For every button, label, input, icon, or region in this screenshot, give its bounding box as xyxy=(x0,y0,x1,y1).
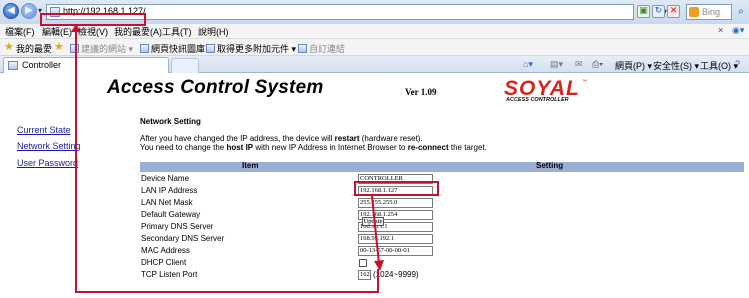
fav-link-custom[interactable]: 自訂連結 xyxy=(298,42,345,55)
menu-tools[interactable]: 工具(T) xyxy=(162,25,192,38)
tab-controller[interactable]: Controller xyxy=(3,57,169,73)
print-icon[interactable]: ⎙▾ xyxy=(592,59,603,70)
col-item: Item xyxy=(242,161,259,170)
link-page-icon xyxy=(298,44,307,53)
link-page-icon xyxy=(206,44,215,53)
stop-icon[interactable]: ✕ xyxy=(667,5,680,18)
row-label: MAC Address xyxy=(141,246,190,255)
search-placeholder: Bing xyxy=(702,7,721,17)
new-tab-button[interactable] xyxy=(171,58,199,73)
table-row: DHCP Client xyxy=(140,258,744,269)
page-icon xyxy=(8,61,18,70)
info-reconnect: You need to change the host IP with new … xyxy=(140,143,487,152)
version-label: Ver 1.09 xyxy=(405,87,437,97)
row-label: Primary DNS Server xyxy=(141,222,214,231)
convert-icon[interactable]: ◉▾ xyxy=(732,25,744,36)
table-row: LAN Net Mask 255.255.255.0 xyxy=(140,198,744,209)
url-text[interactable]: http://192.168.1.127/ xyxy=(63,6,146,16)
fav-link-suggested[interactable]: 建議的網站 ▾ xyxy=(70,42,133,55)
table-row: MAC Address 00-13-57-00-00-01 xyxy=(140,246,744,257)
menu-help[interactable]: 說明(H) xyxy=(198,25,229,38)
star-icon[interactable]: ★ xyxy=(4,40,14,53)
browser-address-bar: ◀ ▶ ▾ http://192.168.1.127/ ▾ ▣ ↻ ✕ Bing… xyxy=(0,0,749,24)
mail-icon[interactable]: ✉ xyxy=(575,59,583,70)
back-arrow-icon[interactable]: ◀ xyxy=(3,3,19,19)
compat-view-icon[interactable]: ▣ xyxy=(637,5,650,18)
app-title: Access Control System xyxy=(107,77,324,98)
row-label: LAN Net Mask xyxy=(141,198,193,207)
fav-link-addons[interactable]: 取得更多附加元件 ▾ xyxy=(206,42,296,55)
table-row: Default Gateway 192.168.1.254 xyxy=(140,210,744,221)
add-favorite-icon[interactable]: ★ xyxy=(54,40,64,53)
table-header: Item Setting xyxy=(140,161,744,172)
row-label: TCP Listen Port xyxy=(141,270,198,279)
sidebar-item-user-password[interactable]: User Password xyxy=(17,158,78,168)
section-title: Network Setting xyxy=(140,117,201,126)
search-input[interactable]: Bing xyxy=(686,4,732,20)
forward-arrow-icon[interactable]: ▶ xyxy=(21,3,37,19)
favorites-label[interactable]: 我的最愛 xyxy=(16,42,52,55)
refresh-icon[interactable]: ↻ xyxy=(652,5,665,18)
device-name-field[interactable]: CONTROLLER xyxy=(358,174,433,184)
search-icon[interactable]: ⌕ xyxy=(734,4,748,20)
url-field[interactable]: http://192.168.1.127/ ▾ xyxy=(46,4,667,20)
screenshot-root: ◀ ▶ ▾ http://192.168.1.127/ ▾ ▣ ↻ ✕ Bing… xyxy=(0,0,749,298)
menu-bar: 檔案(F) 編輯(E) 檢視(V) 我的最愛(A) 工具(T) 說明(H) × … xyxy=(0,24,749,39)
feeds-icon[interactable]: ▤▾ xyxy=(550,59,563,70)
menu-favorites[interactable]: 我的最愛(A) xyxy=(114,25,162,38)
help-icon[interactable]: ? xyxy=(735,59,740,69)
link-page-icon xyxy=(70,44,79,53)
annotation-arrow xyxy=(371,195,384,271)
row-label: Secondary DNS Server xyxy=(141,234,225,243)
table-row: Primary DNS Server 168.95.1.1 xyxy=(140,222,744,233)
table-row: Secondary DNS Server 168.95.192.1 xyxy=(140,234,744,245)
menu-view[interactable]: 檢視(V) xyxy=(78,25,108,38)
row-label: LAN IP Address xyxy=(141,186,198,195)
menu-edit[interactable]: 編輯(E) xyxy=(42,25,72,38)
sidebar-item-network-setting[interactable]: Network Setting xyxy=(17,141,81,151)
tools-menu[interactable]: 工具(O) ▾ xyxy=(700,59,738,72)
row-label: Device Name xyxy=(141,174,190,183)
bing-icon xyxy=(689,7,699,17)
close-tab-icon[interactable]: × xyxy=(718,25,723,35)
history-dropdown-icon[interactable]: ▾ xyxy=(38,6,42,15)
table-row: Device Name CONTROLLER xyxy=(140,174,744,185)
table-row: TCP Listen Port 1621 (1024~9999) xyxy=(140,270,744,281)
soyal-logo: SOYAL ™ ACCESS CONTROLLER xyxy=(504,77,587,103)
table-row: LAN IP Address 192.168.1.127 xyxy=(140,186,744,197)
fav-link-gallery[interactable]: 網頁快訊圖庫 ▾ xyxy=(140,42,212,55)
row-label: DHCP Client xyxy=(141,258,187,267)
row-label: Default Gateway xyxy=(141,210,201,219)
col-setting: Setting xyxy=(536,161,564,170)
menu-file[interactable]: 檔案(F) xyxy=(5,25,35,38)
tab-bar: Controller ⌂▾ ▤▾ ✉ ⎙▾ 網頁(P) ▾ 安全性(S) ▾ 工… xyxy=(0,56,749,73)
sidebar-item-current-state[interactable]: Current State xyxy=(17,125,71,135)
link-page-icon xyxy=(140,44,149,53)
info-restart: After you have changed the IP address, t… xyxy=(140,134,423,143)
page-icon xyxy=(50,7,60,17)
page-menu[interactable]: 網頁(P) ▾ xyxy=(615,59,652,72)
favorites-bar: ★ 我的最愛 ★ 建議的網站 ▾ 網頁快訊圖庫 ▾ 取得更多附加元件 ▾ 自訂連… xyxy=(0,39,749,56)
safety-menu[interactable]: 安全性(S) ▾ xyxy=(653,59,699,72)
home-icon[interactable]: ⌂▾ xyxy=(523,59,533,70)
tab-title: Controller xyxy=(22,60,62,70)
